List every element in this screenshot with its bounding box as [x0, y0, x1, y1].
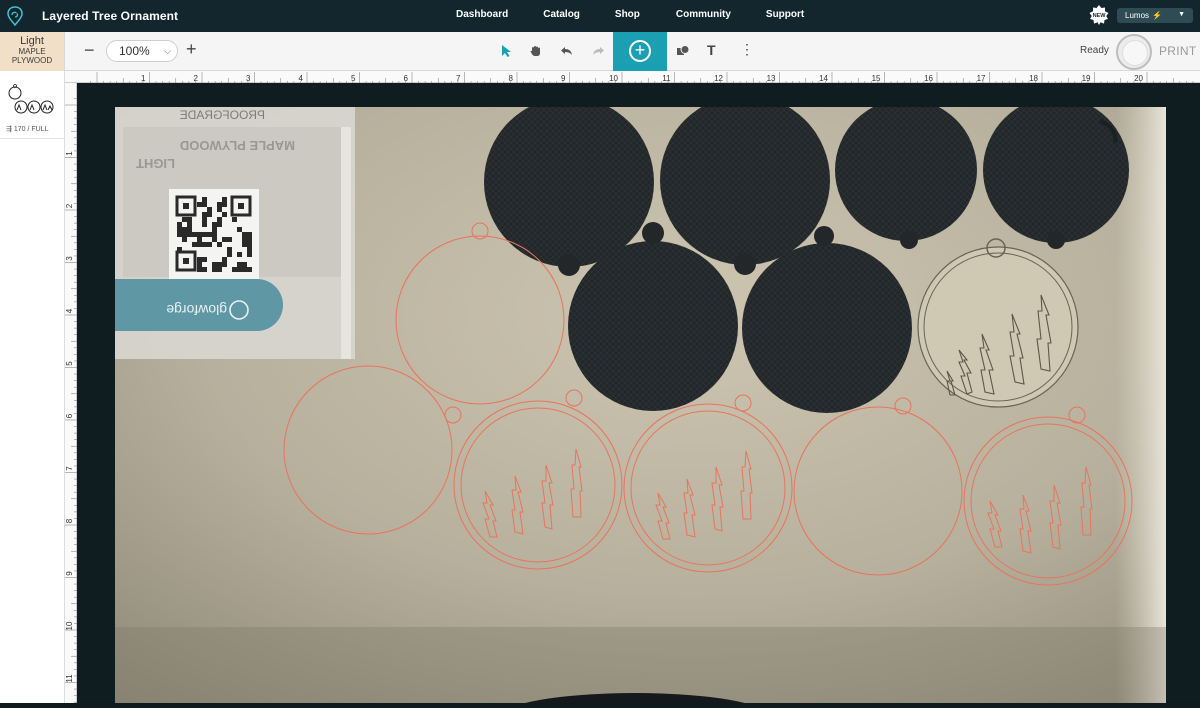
ruler-h-label: 7: [456, 74, 461, 83]
nav-shop[interactable]: Shop: [615, 9, 640, 20]
ruler-v-label: 6: [65, 413, 74, 418]
machine-status: Ready: [1080, 45, 1109, 56]
vertical-ruler-ticks: 1 2 3 4 5 6 7 8 9 10 11: [65, 98, 77, 703]
nav-support[interactable]: Support: [766, 9, 804, 20]
new-badge-text: NEW: [1093, 13, 1107, 19]
power-speed-setting[interactable]: ⇶ 170 / FULL: [6, 125, 48, 133]
undo-icon[interactable]: [560, 44, 574, 58]
ruler-h-label: 18: [1029, 74, 1038, 83]
ruler-h-label: 16: [924, 74, 933, 83]
shapes-icon[interactable]: [676, 44, 690, 58]
ruler-h-label: 5: [351, 74, 356, 83]
chevron-down-icon: ▼: [1178, 11, 1185, 18]
design-thumbnail-panel: ⇶ 170 / FULL: [0, 71, 65, 703]
nav-dashboard[interactable]: Dashboard: [456, 9, 508, 20]
ruler-v-label: 9: [65, 571, 74, 576]
ruler-h-label: 8: [509, 74, 514, 83]
ruler-h-label: 14: [819, 74, 828, 83]
ruler-h-label: 3: [246, 74, 251, 83]
new-badge-icon[interactable]: NEW: [1089, 5, 1109, 25]
ruler-h-label: 20: [1134, 74, 1143, 83]
more-options-icon[interactable]: ⋮: [740, 41, 754, 58]
ruler-v-label: 5: [65, 361, 74, 366]
ruler-h-label: 17: [977, 74, 986, 83]
machine-selector[interactable]: Lumos ⚡ ▼: [1117, 8, 1193, 23]
ruler-v-label: 10: [65, 621, 74, 630]
divider: [0, 138, 65, 139]
ruler-h-label: 11: [662, 74, 671, 83]
material-name: Light: [20, 35, 44, 47]
ruler-v-label: 1: [65, 151, 74, 156]
material-type-line1: MAPLE: [18, 47, 46, 56]
nav-community[interactable]: Community: [676, 9, 731, 20]
bed-shadow: [115, 627, 1166, 703]
ruler-v-label: 4: [65, 308, 74, 313]
chevron-down-icon: ⌵: [164, 46, 171, 56]
add-artwork-button[interactable]: +: [613, 32, 667, 71]
ruler-v-label: 8: [65, 518, 74, 523]
design-thumbnail[interactable]: [5, 83, 57, 117]
zoom-value: 100%: [119, 44, 150, 58]
ruler-h-label: 2: [194, 74, 199, 83]
ruler-h-label: 4: [299, 74, 304, 83]
ruler-v-label: 3: [65, 256, 74, 261]
ruler-h-label: 12: [714, 74, 723, 83]
glowforge-logo-icon[interactable]: [7, 6, 23, 26]
machine-name: Lumos: [1125, 11, 1150, 20]
ruler-h-label: 10: [609, 74, 618, 83]
ruler-h-label: 13: [767, 74, 776, 83]
zoom-select[interactable]: 100% ⌵: [106, 40, 178, 62]
settings-icon: ⇶: [6, 126, 12, 133]
ruler-h-label: 15: [872, 74, 881, 83]
card-line2: MAPLE PLYWOOD: [180, 138, 295, 153]
toolbar: Light MAPLE PLYWOOD − 100% ⌵ + + T ⋮ Rea…: [0, 32, 1200, 71]
power-speed-value: 170 / FULL: [13, 126, 49, 133]
select-arrow-icon[interactable]: [500, 44, 514, 58]
print-button-label[interactable]: PRINT: [1159, 44, 1197, 58]
ruler-h-label: 19: [1082, 74, 1091, 83]
tag-brand: glowforge: [166, 302, 227, 318]
zoom-in-button[interactable]: +: [186, 40, 197, 58]
plus-icon: +: [629, 40, 651, 62]
card-line1: LIGHT: [136, 156, 175, 171]
ruler-v-label: 11: [65, 674, 74, 683]
nav-catalog[interactable]: Catalog: [543, 9, 580, 20]
material-selector[interactable]: Light MAPLE PLYWOOD: [0, 32, 65, 71]
text-tool-button[interactable]: T: [707, 42, 716, 58]
ruler-h-label: 1: [141, 74, 146, 83]
lightning-icon: ⚡: [1152, 11, 1162, 20]
card-brand: PROOFGRADE: [180, 108, 265, 122]
ruler-h-label: 6: [404, 74, 409, 83]
pan-hand-icon[interactable]: [529, 44, 543, 58]
ruler-h-label: 9: [561, 74, 566, 83]
main-nav: Dashboard Catalog Shop Community Support: [436, 9, 804, 20]
ruler-v-label: 7: [65, 466, 74, 471]
horizontal-ruler: 1 2 3 4 5 6 7 8 9 10 11 12 13 14 15 16 17 18 19 20: [65, 71, 1200, 84]
proofgrade-card: PROOFGRADE LIGHT MAPLE PLYWOOD glowforge: [115, 107, 355, 359]
material-type-line2: PLYWOOD: [11, 56, 53, 65]
top-nav-bar: Layered Tree Ornament Dashboard Catalog …: [0, 0, 1200, 32]
design-title[interactable]: Layered Tree Ornament: [42, 9, 178, 23]
ruler-v-label: 2: [65, 203, 74, 208]
redo-icon[interactable]: [591, 44, 605, 58]
zoom-out-button[interactable]: −: [84, 41, 95, 59]
print-button-dial[interactable]: [1116, 34, 1152, 70]
bed-camera-image: PROOFGRADE LIGHT MAPLE PLYWOOD glowforge: [115, 107, 1166, 703]
bed-camera-view[interactable]: PROOFGRADE LIGHT MAPLE PLYWOOD glowforge: [115, 107, 1166, 703]
vertical-ruler: 1 2 3 4 5 6 7 8 9 10 11: [65, 83, 77, 703]
